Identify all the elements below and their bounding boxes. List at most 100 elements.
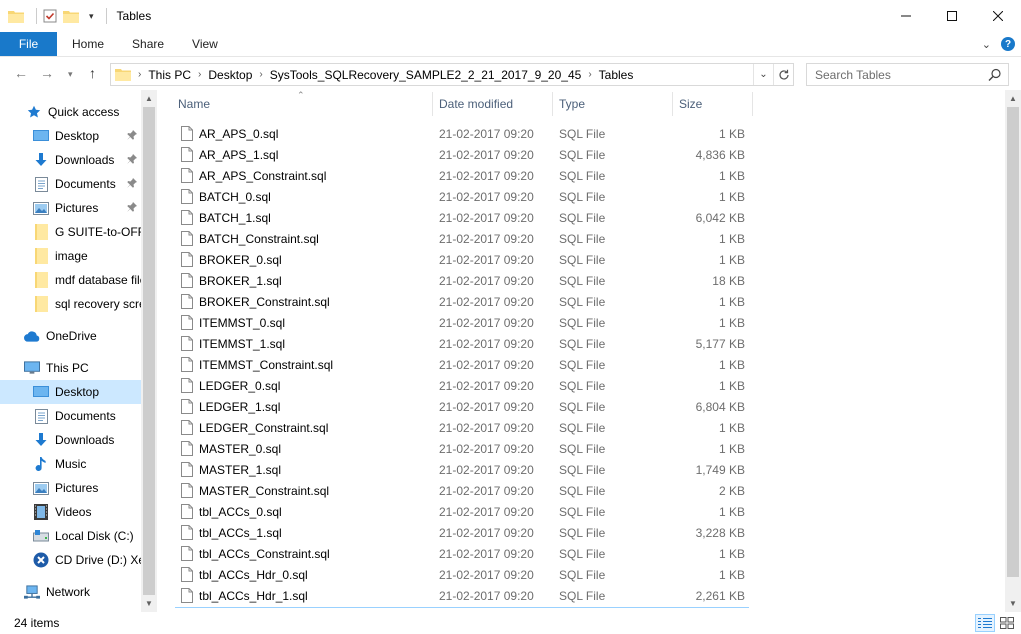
pin-icon[interactable] <box>127 177 137 191</box>
table-row[interactable]: MASTER_Constraint.sql 21-02-2017 09:20 SQL… <box>175 480 749 501</box>
cloud-icon <box>24 328 40 344</box>
help-icon[interactable]: ? <box>1001 37 1015 51</box>
nav-scrollbar[interactable]: ▲ ▼ <box>141 90 157 612</box>
nav-quick-image-folder[interactable]: image <box>0 244 141 268</box>
breadcrumb-this-pc[interactable]: This PC <box>144 68 195 82</box>
nav-network[interactable]: Network <box>0 580 141 604</box>
sql-file-icon <box>179 270 195 291</box>
table-row[interactable]: tbl_ACCs_Hdr_0.sql 21-02-2017 09:20 SQL Fi… <box>175 564 749 585</box>
ribbon-tabs: File Home Share View ⌄ ? <box>0 32 1021 56</box>
nav-onedrive[interactable]: OneDrive <box>0 324 141 348</box>
maximize-icon[interactable] <box>929 0 975 32</box>
nav-quick-desktop[interactable]: Desktop <box>0 124 141 148</box>
column-divider[interactable] <box>552 92 553 116</box>
pin-icon[interactable] <box>127 129 137 143</box>
column-header-type[interactable]: Type <box>559 90 585 118</box>
breadcrumb-desktop[interactable]: Desktop <box>204 68 256 82</box>
table-row[interactable]: ITEMMST_1.sql 21-02-2017 09:20 SQL File 5,1… <box>175 333 749 354</box>
nav-quick-pictures[interactable]: Pictures <box>0 196 141 220</box>
nav-pc-downloads[interactable]: Downloads <box>0 428 141 452</box>
tab-view[interactable]: View <box>178 32 232 56</box>
breadcrumb-chevron-icon[interactable]: › <box>135 69 144 80</box>
table-row[interactable]: BROKER_1.sql 21-02-2017 09:20 SQL File 18 K… <box>175 270 749 291</box>
minimize-icon[interactable] <box>883 0 929 32</box>
table-row[interactable]: AR_APS_0.sql 21-02-2017 09:20 SQL File 1 KB <box>175 123 749 144</box>
customize-toolbar-chevron-icon[interactable]: ▾ <box>89 11 94 22</box>
column-header-size[interactable]: Size <box>679 90 702 118</box>
address-bar[interactable]: › This PC › Desktop › SysTools_SQLRecove… <box>110 63 794 86</box>
table-row[interactable]: AR_APS_1.sql 21-02-2017 09:20 SQL File 4,83… <box>175 144 749 165</box>
search-icon[interactable] <box>988 68 1002 82</box>
table-row[interactable]: ITEMMST_Constraint.sql 21-02-2017 09:20 SQ… <box>175 354 749 375</box>
table-row[interactable]: BATCH_Constraint.sql 21-02-2017 09:20 SQL … <box>175 228 749 249</box>
details-view-icon[interactable] <box>975 614 995 632</box>
nav-quick-mdf-folder[interactable]: mdf database file <box>0 268 141 292</box>
breadcrumb-chevron-icon[interactable]: › <box>195 69 204 80</box>
table-row[interactable]: LEDGER_Constraint.sql 21-02-2017 09:20 SQL… <box>175 417 749 438</box>
close-icon[interactable] <box>975 0 1021 32</box>
table-row[interactable]: LEDGER_0.sql 21-02-2017 09:20 SQL File 1 KB <box>175 375 749 396</box>
table-row[interactable]: tbl_ACCs_1.sql 21-02-2017 09:20 SQL File 3,… <box>175 522 749 543</box>
table-row[interactable]: tbl_ACCs_0.sql 21-02-2017 09:20 SQL File 1 … <box>175 501 749 522</box>
table-row[interactable]: tbl_ACCs_Constraint.sql 21-02-2017 09:20 S… <box>175 543 749 564</box>
column-divider[interactable] <box>752 92 753 116</box>
tab-file[interactable]: File <box>0 32 57 56</box>
nav-pc-music[interactable]: Music <box>0 452 141 476</box>
scroll-down-chevron-icon[interactable]: ▼ <box>141 595 157 611</box>
nav-pc-pictures[interactable]: Pictures <box>0 476 141 500</box>
table-row[interactable]: AR_APS_Constraint.sql 21-02-2017 09:20 SQL… <box>175 165 749 186</box>
nav-quick-downloads[interactable]: Downloads <box>0 148 141 172</box>
pin-icon[interactable] <box>127 153 137 167</box>
large-icons-view-icon[interactable] <box>997 614 1017 632</box>
breadcrumb-chevron-icon[interactable]: › <box>585 69 594 80</box>
scroll-thumb[interactable] <box>1007 107 1019 577</box>
tab-share[interactable]: Share <box>118 32 178 56</box>
nav-quick-sql-screens-folder[interactable]: sql recovery screenshots <box>0 292 141 316</box>
table-row[interactable]: tbl_ACCs_Hdr_1.sql 21-02-2017 09:20 SQL Fi… <box>175 585 749 606</box>
properties-icon[interactable] <box>43 9 57 23</box>
address-history-chevron-icon[interactable]: ⌄ <box>753 64 773 85</box>
breadcrumb-tables[interactable]: Tables <box>595 68 638 82</box>
scroll-up-chevron-icon[interactable]: ▲ <box>1005 90 1021 106</box>
table-row[interactable]: BATCH_1.sql 21-02-2017 09:20 SQL File 6,042… <box>175 207 749 228</box>
search-input[interactable] <box>807 67 977 82</box>
column-header-date[interactable]: Date modified <box>439 90 513 118</box>
table-row[interactable]: ITEMMST_0.sql 21-02-2017 09:20 SQL File 1 K… <box>175 312 749 333</box>
table-row[interactable]: BROKER_0.sql 21-02-2017 09:20 SQL File 1 KB <box>175 249 749 270</box>
table-row[interactable]: LEDGER_1.sql 21-02-2017 09:20 SQL File 6,80… <box>175 396 749 417</box>
column-divider[interactable] <box>672 92 673 116</box>
pin-icon[interactable] <box>127 201 137 215</box>
scroll-thumb[interactable] <box>143 107 155 595</box>
table-row[interactable]: BATCH_0.sql 21-02-2017 09:20 SQL File 1 KB <box>175 186 749 207</box>
nav-pc-documents[interactable]: Documents <box>0 404 141 428</box>
breadcrumb-chevron-icon[interactable]: › <box>256 69 265 80</box>
back-arrow-icon[interactable]: ← <box>14 65 28 81</box>
sql-file-icon <box>179 564 195 585</box>
column-divider[interactable] <box>432 92 433 116</box>
up-arrow-icon[interactable]: ↑ <box>89 65 96 81</box>
column-header-name[interactable]: Name <box>178 90 210 118</box>
nav-pc-videos[interactable]: Videos <box>0 500 141 524</box>
table-row[interactable]: MASTER_1.sql 21-02-2017 09:20 SQL File 1,74… <box>175 459 749 480</box>
nav-this-pc[interactable]: This PC <box>0 356 141 380</box>
new-folder-icon[interactable] <box>63 10 79 23</box>
table-row[interactable]: MASTER_0.sql 21-02-2017 09:20 SQL File 1 KB <box>175 438 749 459</box>
nav-pc-desktop[interactable]: Desktop <box>0 380 141 404</box>
sql-file-icon <box>179 375 195 396</box>
nav-quick-documents[interactable]: Documents <box>0 172 141 196</box>
table-row[interactable]: BROKER_Constraint.sql 21-02-2017 09:20 SQL… <box>175 291 749 312</box>
expand-ribbon-chevron-icon[interactable]: ⌄ <box>982 38 991 51</box>
refresh-icon[interactable] <box>773 64 793 85</box>
file-date-modified: 21-02-2017 09:20 <box>439 567 534 582</box>
tab-home[interactable]: Home <box>57 32 118 56</box>
file-list-scrollbar[interactable]: ▲ ▼ <box>1005 90 1021 612</box>
scroll-up-chevron-icon[interactable]: ▲ <box>141 90 157 106</box>
nav-pc-cd-drive[interactable]: CD Drive (D:) Xe <box>0 548 141 572</box>
forward-arrow-icon[interactable]: → <box>40 65 54 81</box>
nav-pc-local-disk[interactable]: Local Disk (C:) <box>0 524 141 548</box>
recent-locations-chevron-icon[interactable]: ▾ <box>68 69 73 80</box>
nav-quick-gsuite-folder[interactable]: G SUITE-to-OFFICE <box>0 220 141 244</box>
scroll-down-chevron-icon[interactable]: ▼ <box>1005 595 1021 611</box>
breadcrumb-recovery-folder[interactable]: SysTools_SQLRecovery_SAMPLE2_2_21_2017_9… <box>266 68 586 82</box>
nav-quick-access[interactable]: Quick access <box>0 100 141 124</box>
